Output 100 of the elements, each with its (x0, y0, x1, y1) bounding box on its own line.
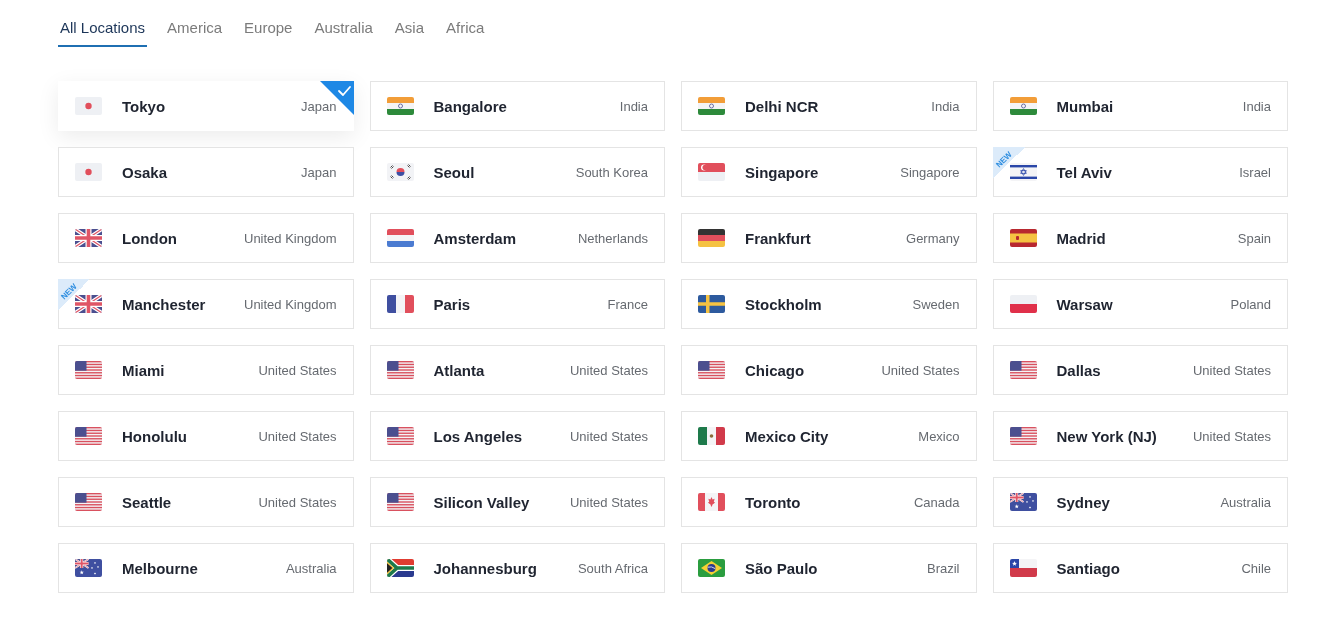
country-name: United States (569, 494, 648, 510)
location-card[interactable]: Warsaw Poland (992, 279, 1288, 329)
chile-flag-icon (1009, 559, 1037, 577)
tab[interactable]: America (165, 18, 225, 47)
location-card[interactable]: Stockholm Sweden (681, 279, 977, 329)
united-states-flag-icon (75, 427, 102, 445)
india-flag-icon (698, 97, 725, 115)
united-states-flag-icon (386, 361, 414, 379)
country-name: Chile (1241, 560, 1271, 576)
india-flag-icon (386, 97, 414, 115)
city-name: Madrid (1056, 229, 1106, 247)
city-name: Tokyo (122, 97, 166, 115)
netherlands-flag-icon (386, 229, 414, 247)
city-name: Toronto (745, 493, 801, 511)
country-name: United States (881, 362, 960, 378)
location-card[interactable]: Tokyo Japan (58, 81, 354, 131)
tab[interactable]: Africa (444, 18, 487, 47)
location-card[interactable]: Johannesburg South Africa (369, 543, 665, 593)
country-name: United States (258, 494, 337, 510)
south-africa-flag-icon (386, 559, 414, 577)
location-card[interactable]: Delhi NCR India (681, 81, 977, 131)
location-card[interactable]: Seattle United States (58, 477, 354, 527)
city-name: Santiago (1056, 559, 1120, 577)
country-name: Netherlands (577, 230, 648, 246)
city-name: Miami (122, 361, 165, 379)
united-states-flag-icon (1009, 427, 1037, 445)
country-name: Singapore (900, 164, 960, 180)
country-name: Poland (1230, 296, 1271, 312)
location-card[interactable]: New York (NJ) United States (992, 411, 1288, 461)
country-name: United Kingdom (244, 296, 337, 312)
location-card[interactable]: Atlanta United States (369, 345, 665, 395)
city-name: Osaka (122, 163, 168, 181)
city-name: Silicon Valley (433, 493, 530, 511)
location-card[interactable]: Dallas United States (992, 345, 1288, 395)
united-kingdom-flag-icon (75, 229, 102, 247)
location-card[interactable]: Toronto Canada (681, 477, 977, 527)
city-name: Honolulu (122, 427, 187, 445)
country-name: Japan (301, 98, 337, 114)
country-name: India (1242, 98, 1271, 114)
location-card[interactable]: Seoul South Korea (369, 147, 665, 197)
city-name: New York (NJ) (1056, 427, 1157, 445)
city-name: Frankfurt (745, 229, 811, 247)
japan-flag-icon (75, 163, 102, 181)
israel-flag-icon (1009, 163, 1037, 181)
tab[interactable]: All Locations (58, 18, 148, 47)
poland-flag-icon (1009, 295, 1037, 313)
country-name: Australia (285, 560, 337, 576)
city-name: Atlanta (433, 361, 485, 379)
country-name: South Africa (577, 560, 648, 576)
country-name: Mexico (918, 428, 960, 444)
location-card[interactable]: Madrid Spain (992, 213, 1288, 263)
city-name: Johannesburg (433, 559, 537, 577)
location-card[interactable]: Frankfurt Germany (681, 213, 977, 263)
location-card[interactable]: Honolulu United States (58, 411, 354, 461)
city-name: São Paulo (745, 559, 818, 577)
location-card[interactable]: Mumbai India (992, 81, 1288, 131)
country-name: United States (1192, 428, 1271, 444)
country-name: United States (569, 428, 648, 444)
japan-flag-icon (75, 97, 102, 115)
singapore-flag-icon (698, 163, 725, 181)
tab[interactable]: Europe (242, 18, 295, 47)
location-card[interactable]: Miami United States (58, 345, 354, 395)
country-name: Canada (913, 494, 960, 510)
country-name: United States (258, 362, 337, 378)
city-name: Tel Aviv (1056, 163, 1112, 181)
united-kingdom-flag-icon (75, 295, 102, 313)
country-name: India (931, 98, 960, 114)
united-states-flag-icon (698, 361, 725, 379)
location-card[interactable]: Mexico City Mexico (681, 411, 977, 461)
south-korea-flag-icon (386, 163, 414, 181)
country-name: Germany (906, 230, 960, 246)
location-card[interactable]: Bangalore India (369, 81, 665, 131)
country-name: France (607, 296, 648, 312)
city-name: Paris (433, 295, 471, 313)
location-card[interactable]: Chicago United States (681, 345, 977, 395)
location-card[interactable]: Sydney Australia (992, 477, 1288, 527)
city-name: Chicago (745, 361, 805, 379)
tab[interactable]: Asia (392, 18, 426, 47)
tab[interactable]: Australia (312, 18, 375, 47)
country-name: United States (569, 362, 648, 378)
location-card[interactable]: Los Angeles United States (369, 411, 665, 461)
india-flag-icon (1009, 97, 1037, 115)
mexico-flag-icon (698, 427, 725, 445)
australia-flag-icon (1009, 493, 1037, 511)
location-card[interactable]: Osaka Japan (58, 147, 354, 197)
city-name: Dallas (1056, 361, 1101, 379)
location-card[interactable]: Santiago Chile (992, 543, 1288, 593)
location-card[interactable]: Paris France (369, 279, 665, 329)
location-card[interactable]: Melbourne Australia (58, 543, 354, 593)
country-name: United States (258, 428, 337, 444)
country-name: Brazil (927, 560, 960, 576)
location-card[interactable]: Amsterdam Netherlands (369, 213, 665, 263)
location-card[interactable]: Singapore Singapore (681, 147, 977, 197)
location-card[interactable]: Silicon Valley United States (369, 477, 665, 527)
location-card[interactable]: São Paulo Brazil (681, 543, 977, 593)
location-card[interactable]: London United Kingdom (58, 213, 354, 263)
country-name: South Korea (575, 164, 648, 180)
country-name: United States (1192, 362, 1271, 378)
city-name: Singapore (745, 163, 819, 181)
spain-flag-icon (1009, 229, 1037, 247)
